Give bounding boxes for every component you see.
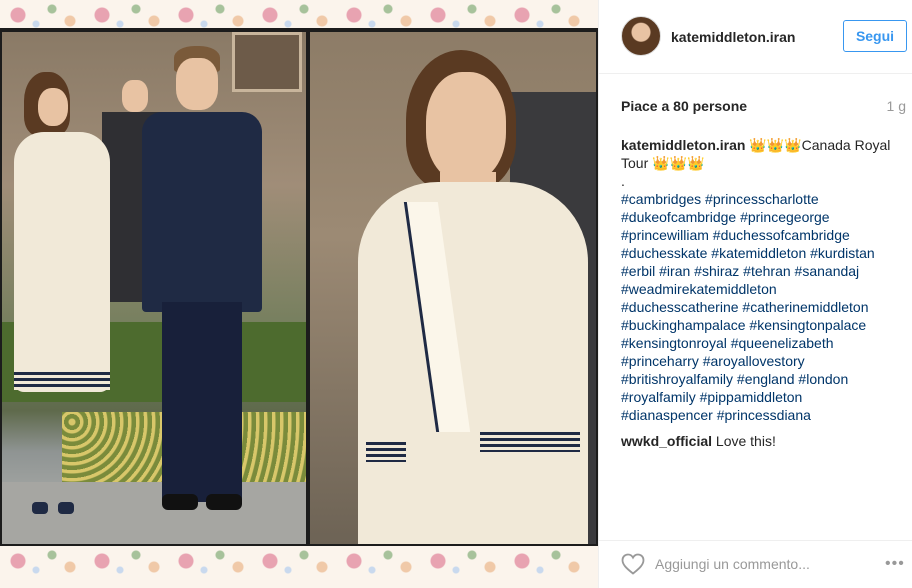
hashtag-line[interactable]: #dianaspencer #princessdiana — [621, 406, 909, 424]
hashtag-line[interactable]: #kensingtonroyal #queenelizabeth — [621, 334, 909, 352]
hashtag-line[interactable]: #princeharry #aroyallovestory — [621, 352, 909, 370]
man-shoe-left — [162, 494, 198, 510]
follow-button[interactable]: Segui — [843, 20, 907, 52]
likes-count[interactable]: Piace a 80 persone — [621, 98, 747, 114]
man-trousers — [162, 302, 242, 502]
sleeve-stripes — [366, 442, 406, 462]
post-photo[interactable] — [0, 0, 598, 588]
caption-text-line2: Tour 👑👑👑 — [621, 155, 705, 171]
man-shoe-right — [206, 494, 242, 510]
heart-icon[interactable] — [621, 553, 645, 575]
comment-item: wwkd_official Love this! — [621, 432, 909, 450]
floral-border-top — [0, 0, 598, 30]
hashtag-line[interactable]: #duchesscatherine #catherinemiddleton — [621, 298, 909, 316]
hashtag-line[interactable]: #britishroyalfamily #england #london — [621, 370, 909, 388]
hashtag-line[interactable]: #erbil #iran #shiraz #tehran #sanandaj — [621, 262, 909, 280]
woman-face — [38, 88, 68, 126]
comment-input[interactable] — [655, 551, 871, 577]
man-jacket — [142, 112, 262, 312]
woman-sweater — [358, 182, 588, 544]
hashtag-line[interactable]: #cambridges #princesscharlotte — [621, 190, 909, 208]
username-link[interactable]: katemiddleton.iran — [671, 29, 795, 45]
hashtag-line[interactable]: #duchesskate #katemiddleton #kurdistan — [621, 244, 909, 262]
more-options-icon[interactable]: ••• — [885, 555, 909, 573]
hashtag-line[interactable]: #dukeofcambridge #princegeorge — [621, 208, 909, 226]
floral-border-bottom — [0, 546, 598, 588]
avatar[interactable] — [621, 16, 661, 56]
hashtag-line[interactable]: #buckinghampalace #kensingtonpalace — [621, 316, 909, 334]
photo-panel-closeup — [310, 32, 596, 544]
man-face — [176, 58, 218, 110]
caption-dot: . — [621, 173, 625, 189]
comment-author-link[interactable]: wwkd_official — [621, 433, 712, 449]
comment-text: Love this! — [712, 433, 776, 449]
woman-face — [426, 72, 506, 182]
caption: katemiddleton.iran 👑👑👑Canada Royal Tour … — [621, 136, 909, 450]
pavement — [2, 482, 306, 544]
woman-shoe-left — [32, 502, 48, 514]
sweater-stripes — [480, 432, 580, 452]
dress-hem-stripes — [14, 372, 110, 390]
caption-author-link[interactable]: katemiddleton.iran — [621, 137, 745, 153]
woman-shoe-right — [58, 502, 74, 514]
post-header: katemiddleton.iran Segui — [599, 0, 912, 74]
hashtag-line[interactable]: #weadmirekatemiddleton — [621, 280, 909, 298]
woman-dress — [14, 132, 110, 392]
post-sidebar: katemiddleton.iran Segui Piace a 80 pers… — [598, 0, 912, 588]
post-time[interactable]: 1 g — [887, 98, 906, 114]
caption-text: 👑👑👑Canada Royal — [749, 137, 891, 153]
background-person-head — [122, 80, 148, 112]
hashtag-line[interactable]: #royalfamily #pippamiddleton — [621, 388, 909, 406]
hashtag-list: #cambridges #princesscharlotte #dukeofca… — [621, 190, 909, 424]
caption-line: katemiddleton.iran 👑👑👑Canada Royal — [621, 136, 909, 154]
building-window — [232, 32, 302, 92]
post-footer: ••• — [599, 540, 912, 588]
hashtag-line[interactable]: #princewilliam #duchessofcambridge — [621, 226, 909, 244]
photo-panel-couple — [2, 32, 306, 544]
